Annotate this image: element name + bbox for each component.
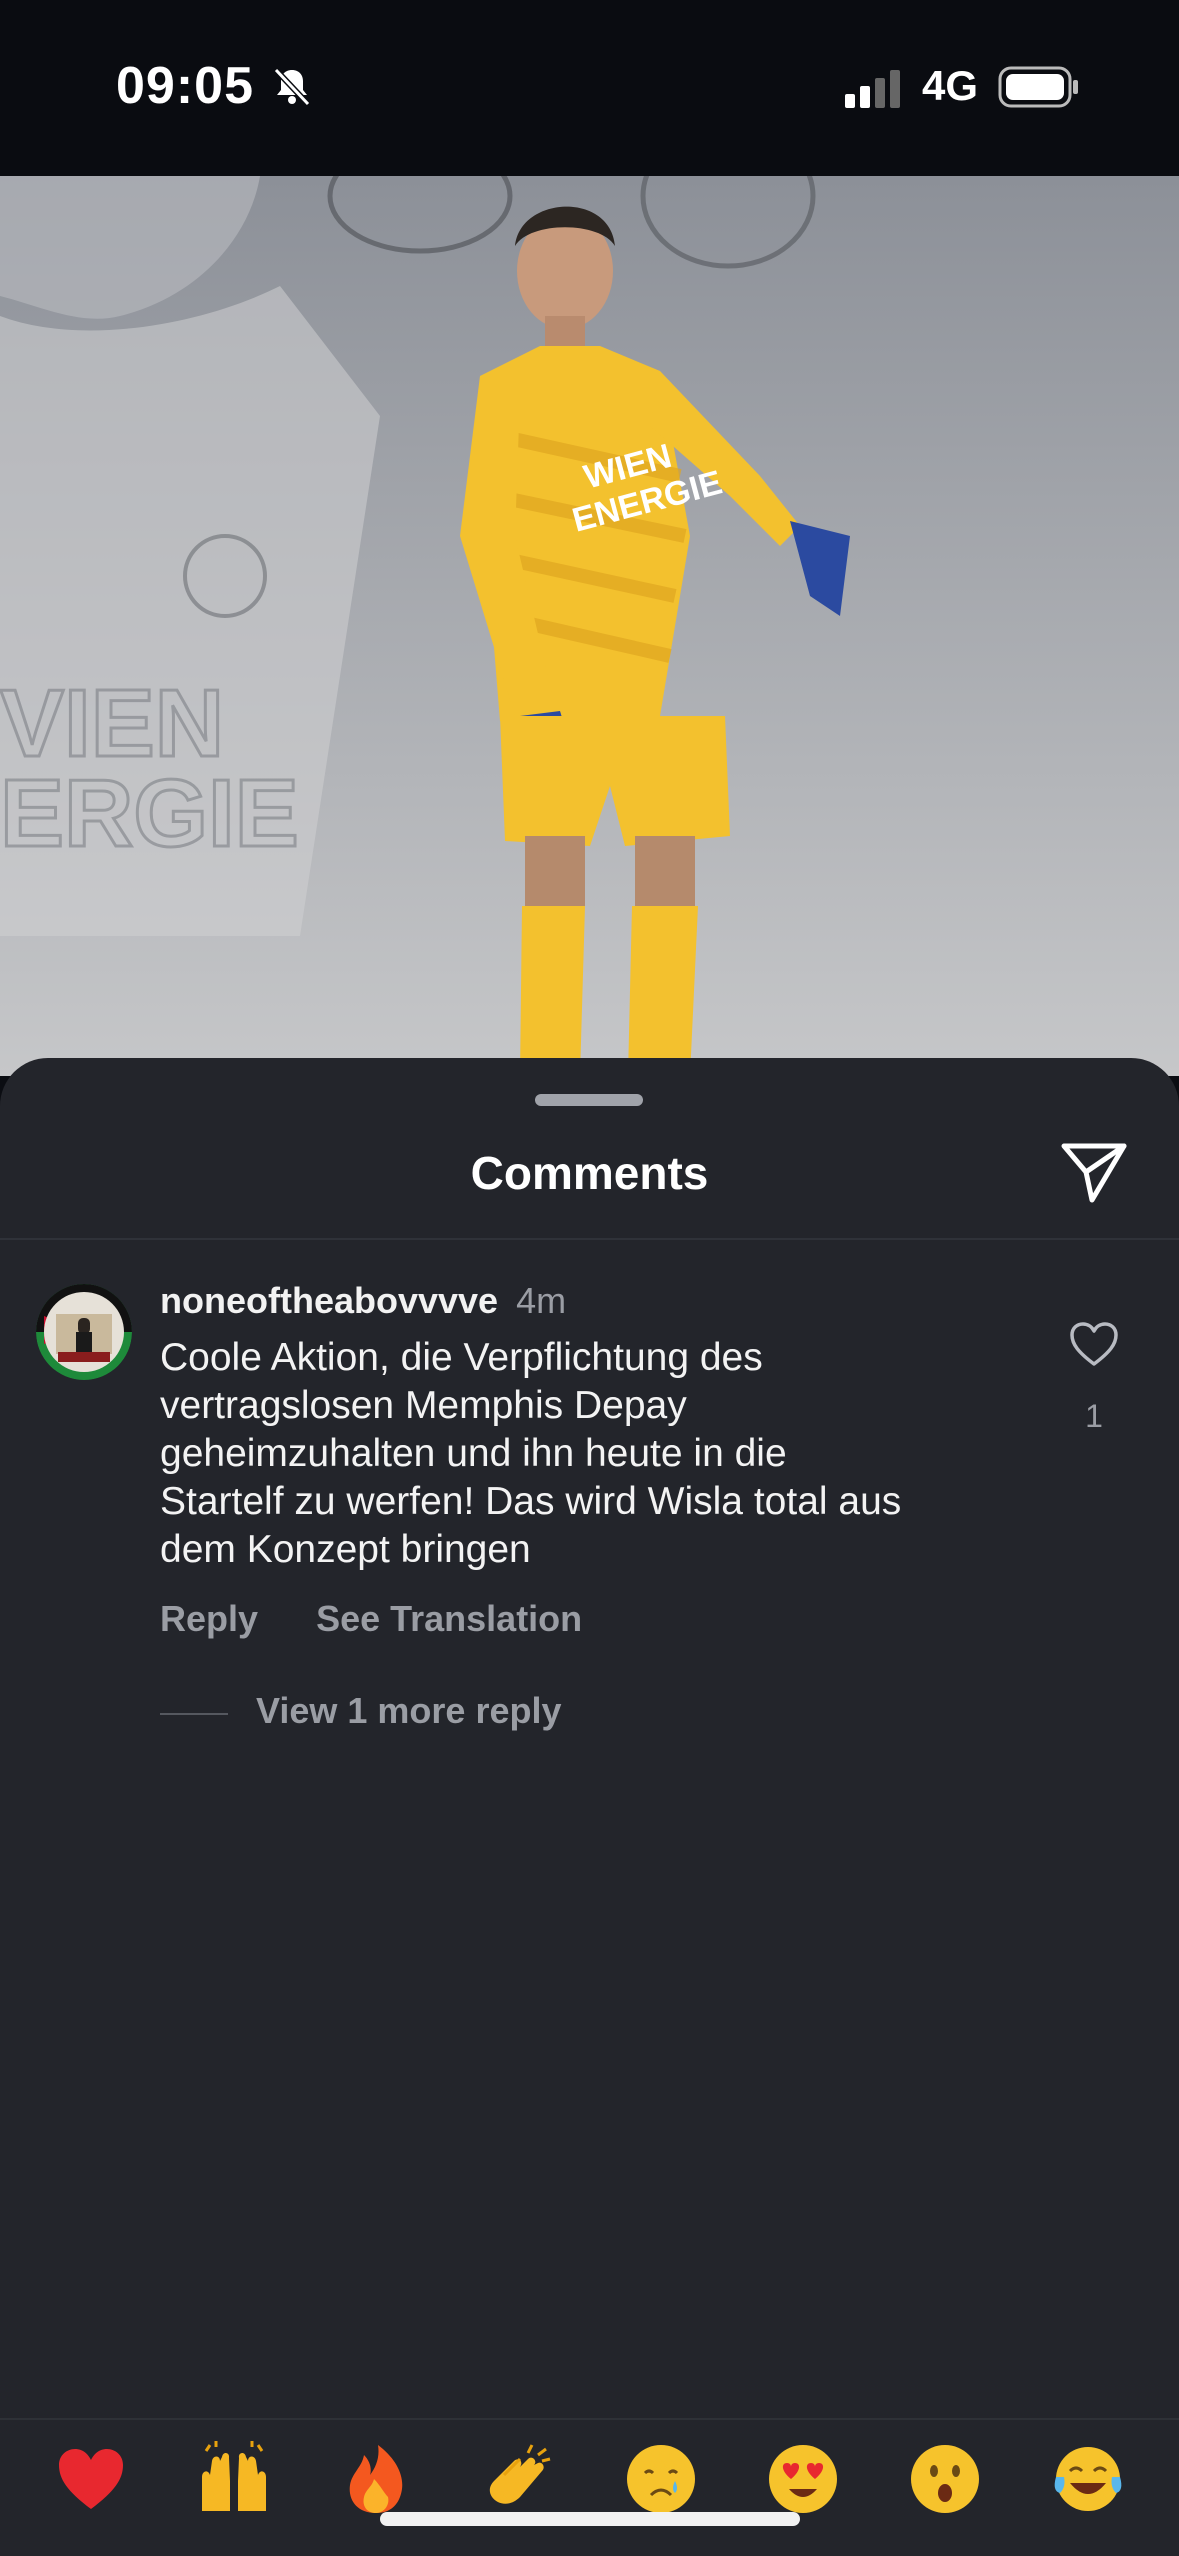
like-count: 1 — [1085, 1398, 1103, 1434]
surprised-face-emoji[interactable] — [900, 2434, 990, 2524]
crying-face-emoji[interactable] — [616, 2434, 706, 2524]
view-replies-button[interactable]: View 1 more reply — [256, 1690, 562, 1732]
network-label: 4G — [922, 62, 979, 109]
fire-emoji[interactable] — [331, 2434, 421, 2524]
comment-username[interactable]: noneoftheabovvvve — [160, 1280, 498, 1321]
post-image: VIEN ERGIE WIEN ENERGIE — [0, 176, 1179, 1076]
reply-line — [160, 1713, 228, 1715]
heart-icon[interactable] — [1068, 1320, 1120, 1368]
raising-hands-emoji[interactable] — [189, 2434, 279, 2524]
sheet-divider — [0, 1238, 1179, 1240]
comment-timestamp: 4m — [516, 1280, 567, 1321]
clapping-hands-emoji[interactable] — [473, 2434, 563, 2524]
svg-text:ERGIE: ERGIE — [0, 760, 299, 867]
status-bar: 09:05 4G — [0, 0, 1179, 176]
heart-eyes-emoji[interactable] — [758, 2434, 848, 2524]
emoji-bar-divider — [0, 2418, 1179, 2420]
send-icon[interactable] — [1058, 1138, 1130, 1206]
battery-icon — [998, 66, 1078, 108]
comment-header: noneoftheabovvvve 4m — [160, 1280, 566, 1322]
reply-button[interactable]: Reply — [160, 1598, 258, 1639]
tears-of-joy-emoji[interactable] — [1043, 2434, 1133, 2524]
drag-handle[interactable] — [535, 1094, 643, 1106]
emoji-bar — [0, 2434, 1179, 2556]
comment-actions: Reply See Translation — [160, 1598, 630, 1640]
status-time: 09:05 — [116, 57, 254, 115]
goalkeeper-illustration: VIEN ERGIE WIEN ENERGIE — [0, 176, 1179, 1076]
signal-icon — [845, 70, 900, 108]
sheet-title: Comments — [470, 1147, 709, 1199]
comments-sheet: Comments noneoftheabovvvve 4m Coole Akti… — [0, 1058, 1179, 2556]
bell-muted-icon — [273, 67, 311, 107]
comment-text: Coole Aktion, die Verpflichtung des vert… — [160, 1336, 902, 1571]
home-indicator — [380, 2512, 800, 2526]
see-translation-button[interactable]: See Translation — [316, 1598, 582, 1639]
avatar[interactable] — [36, 1284, 132, 1380]
heart-emoji[interactable] — [46, 2434, 136, 2524]
